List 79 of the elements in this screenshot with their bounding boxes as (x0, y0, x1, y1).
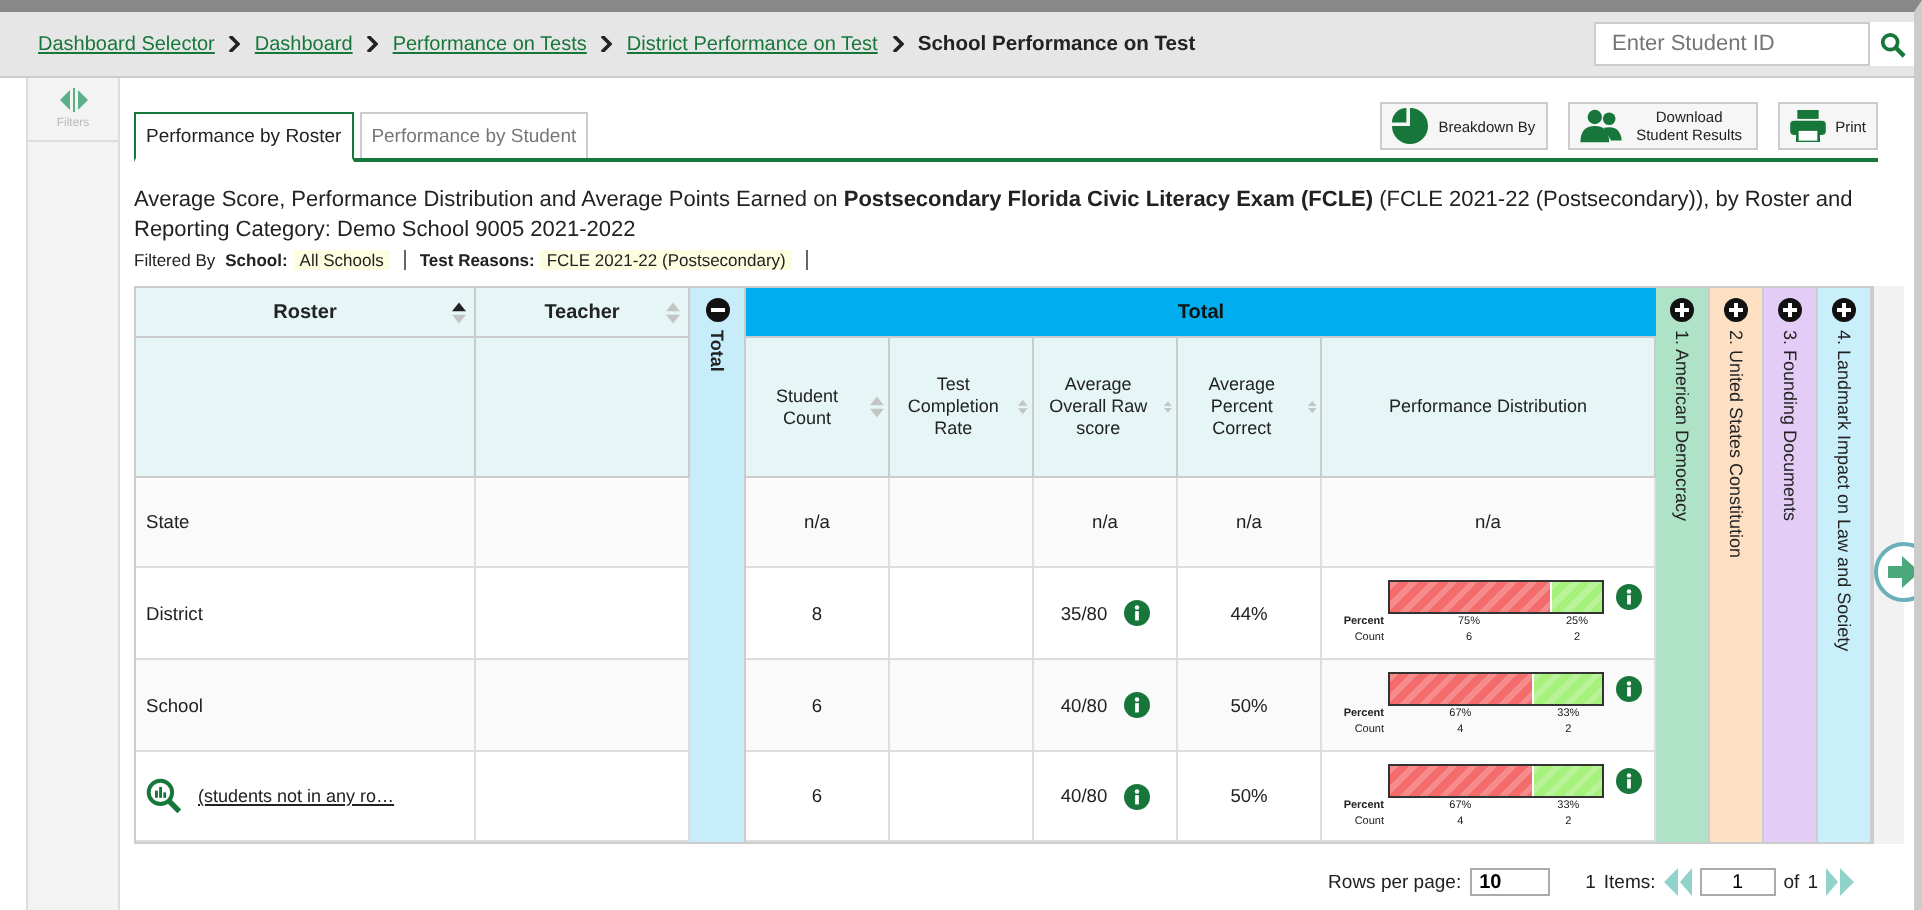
expand-icon[interactable] (1724, 298, 1748, 322)
table-cell: 8 (746, 568, 890, 660)
category-strip[interactable]: 3. Founding Documents (1764, 288, 1818, 842)
info-icon[interactable] (1123, 692, 1150, 718)
chevron-icon (228, 36, 241, 52)
score-value: 40/80 (1060, 695, 1108, 715)
column-header[interactable]: Average Percent Correct (1178, 338, 1322, 478)
page-number-field[interactable]: 1 (1699, 868, 1776, 896)
info-icon[interactable] (1615, 676, 1641, 702)
arrow-right-icon (1888, 556, 1914, 588)
magnifier-chart-icon[interactable] (146, 778, 182, 814)
chevron-icon (366, 36, 379, 52)
filter-name: School: (225, 250, 288, 270)
chevron-icon (600, 36, 613, 52)
tab[interactable]: Performance by Roster (134, 112, 354, 162)
table-cell: 6 (746, 660, 890, 752)
group-header: Total (746, 288, 1656, 338)
total-strip[interactable]: Total (690, 288, 746, 842)
expand-icon[interactable] (1670, 298, 1694, 322)
column-header: Performance Distribution (1322, 338, 1656, 478)
search-icon (1879, 31, 1905, 57)
of-label: of (1783, 871, 1800, 893)
info-icon[interactable] (1615, 767, 1641, 793)
filter-value: All Schools (293, 250, 390, 270)
printer-icon (1789, 110, 1826, 142)
roster-name: District (146, 603, 203, 623)
double-right-icon (1826, 868, 1854, 896)
info-icon[interactable] (1615, 584, 1641, 610)
column-header[interactable]: Teacher (476, 288, 690, 338)
distribution-value: n/a (1475, 512, 1501, 532)
double-left-icon (1663, 868, 1692, 896)
collapse-icon[interactable] (705, 298, 729, 322)
table-cell: 50% (1178, 660, 1322, 752)
items-count: 1 (1585, 871, 1596, 893)
roster-name: School (146, 695, 203, 715)
column-header[interactable]: Roster (136, 288, 476, 338)
breadcrumb-link[interactable]: Performance on Tests (392, 33, 587, 55)
filter-label: Filtered By (134, 250, 216, 270)
category-strip[interactable]: 4. Landmark Impact on Law and Society (1818, 288, 1872, 842)
info-icon[interactable] (1123, 600, 1150, 626)
table-cell: n/a (1178, 478, 1322, 568)
table-cell: 6 (746, 752, 890, 842)
search-button[interactable] (1870, 22, 1914, 66)
people-icon (1579, 108, 1624, 144)
bar-segment[interactable] (1532, 765, 1602, 795)
breadcrumb-link[interactable]: Dashboard Selector (38, 33, 215, 55)
filter-value: FCLE 2021-22 (Postsecondary) (540, 250, 792, 270)
items-label: Items: (1603, 871, 1656, 893)
breadcrumb-link[interactable]: District Performance on Test (626, 33, 878, 55)
roster-name: State (146, 512, 190, 532)
table-cell: n/a (746, 478, 890, 568)
column-header[interactable]: Average Overall Raw score (1034, 338, 1178, 478)
student-id-field[interactable]: Enter Student ID (1594, 22, 1870, 66)
filter-name: Test Reasons: (419, 250, 535, 270)
breadcrumb-current: School Performance on Test (917, 33, 1196, 55)
table-cell: 44% (1178, 568, 1322, 660)
category-strip[interactable]: 1. American Democracy (1656, 288, 1710, 842)
info-icon[interactable] (1123, 783, 1150, 809)
expand-icon[interactable] (1832, 298, 1856, 322)
column-header[interactable]: Student Count (746, 338, 890, 478)
score-value: n/a (1092, 512, 1118, 532)
expand-icon[interactable] (1778, 298, 1802, 322)
page-total: 1 (1807, 871, 1818, 893)
column-header[interactable]: Test Completion Rate (890, 338, 1034, 478)
bar-segment[interactable] (1390, 765, 1533, 795)
chevron-icon (891, 36, 904, 52)
score-value: 35/80 (1060, 603, 1108, 623)
breadcrumb-link[interactable]: Dashboard (254, 33, 353, 55)
collapse-arrows-icon (57, 88, 89, 112)
roster-link[interactable]: (students not in any ro… (198, 786, 395, 806)
tab[interactable]: Performance by Student (359, 112, 589, 158)
rows-per-page-field[interactable]: 10 (1469, 868, 1550, 896)
pie-chart-icon (1392, 108, 1429, 144)
score-value: 40/80 (1060, 786, 1108, 806)
rows-per-page-label: Rows per page: (1328, 871, 1462, 893)
table-cell: 50% (1178, 752, 1322, 842)
category-strip[interactable]: 2. United States Constitution (1710, 288, 1764, 842)
sort-icon[interactable] (452, 301, 466, 323)
report-title: Average Score, Performance Distribution and Average Points Earned on Postsecondary Florida Civic Literacy Exam (FCLE) (FCLE 2021-22 (Postsecondary)), by Roster and Reporting Category: Demo School 9005 2021-2022 (134, 186, 1855, 246)
